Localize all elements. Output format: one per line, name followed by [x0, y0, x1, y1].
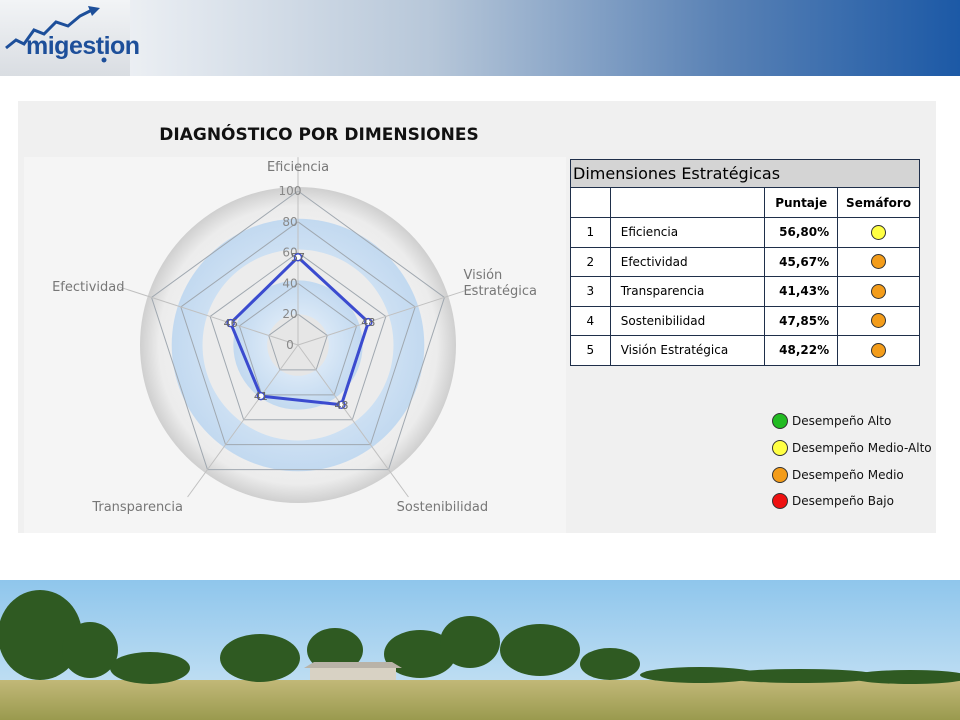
table-row: 5 Visión Estratégica 48,22% — [570, 335, 920, 366]
dimensions-table: Dimensiones Estratégicas Puntaje Semáfor… — [570, 159, 920, 366]
status-light-icon — [871, 342, 887, 358]
legend-dot-icon — [772, 413, 788, 430]
row-num: 4 — [570, 305, 611, 336]
status-light-icon — [871, 283, 887, 299]
row-score: 41,43% — [764, 276, 839, 307]
row-num: 3 — [570, 276, 611, 307]
legend-label: Desempeño Medio-Alto — [792, 441, 932, 456]
data-label: 46 — [224, 317, 238, 330]
col-header-name — [609, 187, 766, 218]
row-name: Eficiencia — [609, 217, 766, 248]
axis-label: Efectividad — [52, 280, 124, 295]
axis-label: Transparencia — [91, 500, 183, 515]
row-score: 45,67% — [764, 246, 839, 277]
row-name: Transparencia — [609, 276, 766, 307]
brand-logo: migestion — [0, 0, 140, 76]
table-row: 1 Eficiencia 56,80% — [570, 217, 920, 248]
legend-label: Desempeño Alto — [792, 414, 892, 429]
legend-item: Desempeño Alto — [772, 408, 947, 435]
data-label: 48 — [334, 399, 348, 412]
legend-dot-icon — [772, 493, 788, 510]
legend-item: Desempeño Medio-Alto — [772, 435, 947, 462]
status-light-icon — [871, 254, 887, 270]
table-title: Dimensiones Estratégicas — [570, 159, 920, 188]
table-row: 3 Transparencia 41,43% — [570, 276, 920, 307]
axis-label: Sostenibilidad — [397, 500, 488, 515]
row-name: Visión Estratégica — [609, 335, 766, 366]
col-header-num — [570, 187, 611, 218]
row-num: 1 — [570, 217, 611, 248]
axis-label: Eficiencia — [267, 160, 329, 175]
row-score: 56,80% — [764, 217, 839, 248]
radar-svg: 020406080100EficienciaVisiónEstratégicaS… — [24, 157, 566, 533]
radial-tick-label: 100 — [279, 184, 302, 198]
status-light-icon — [871, 313, 887, 329]
landscape-illustration — [0, 580, 960, 720]
axis-label: Estratégica — [463, 284, 536, 299]
row-name: Efectividad — [609, 246, 766, 277]
radial-tick-label: 80 — [282, 215, 297, 229]
row-num: 2 — [570, 246, 611, 277]
radial-tick-label: 0 — [286, 338, 294, 352]
legend-item: Desempeño Bajo — [772, 488, 947, 515]
table-row: 4 Sostenibilidad 47,85% — [570, 305, 920, 336]
data-label: 57 — [291, 251, 305, 264]
radar-chart: DIAGNÓSTICO POR DIMENSIONES 0 20 40 60 80 100… — [24, 125, 566, 533]
row-num: 5 — [570, 335, 611, 366]
landscape-photo — [0, 580, 960, 720]
legend-dot-icon — [772, 466, 788, 483]
data-label: 41 — [254, 390, 268, 403]
table-row: 2 Efectividad 45,67% — [570, 246, 920, 277]
row-name: Sostenibilidad — [609, 305, 766, 336]
brand-name: migestion — [26, 32, 140, 60]
data-label: 48 — [361, 316, 375, 329]
legend-label: Desempeño Bajo — [792, 494, 894, 509]
legend-label: Desempeño Medio — [792, 467, 904, 482]
radial-tick-label: 20 — [282, 307, 297, 321]
legend-item: Desempeño Medio — [772, 461, 947, 488]
row-score: 48,22% — [764, 335, 839, 366]
axis-label: Visión — [463, 268, 502, 283]
legend-dot-icon — [772, 440, 788, 457]
performance-legend: Desempeño Alto Desempeño Medio-Alto Dese… — [772, 408, 947, 515]
header-banner: migestion — [0, 0, 960, 76]
col-header-light: Semáforo — [837, 187, 920, 218]
radial-tick-label: 40 — [282, 276, 297, 290]
col-header-score: Puntaje — [764, 187, 839, 218]
row-score: 47,85% — [764, 305, 839, 336]
status-light-icon — [871, 224, 887, 240]
